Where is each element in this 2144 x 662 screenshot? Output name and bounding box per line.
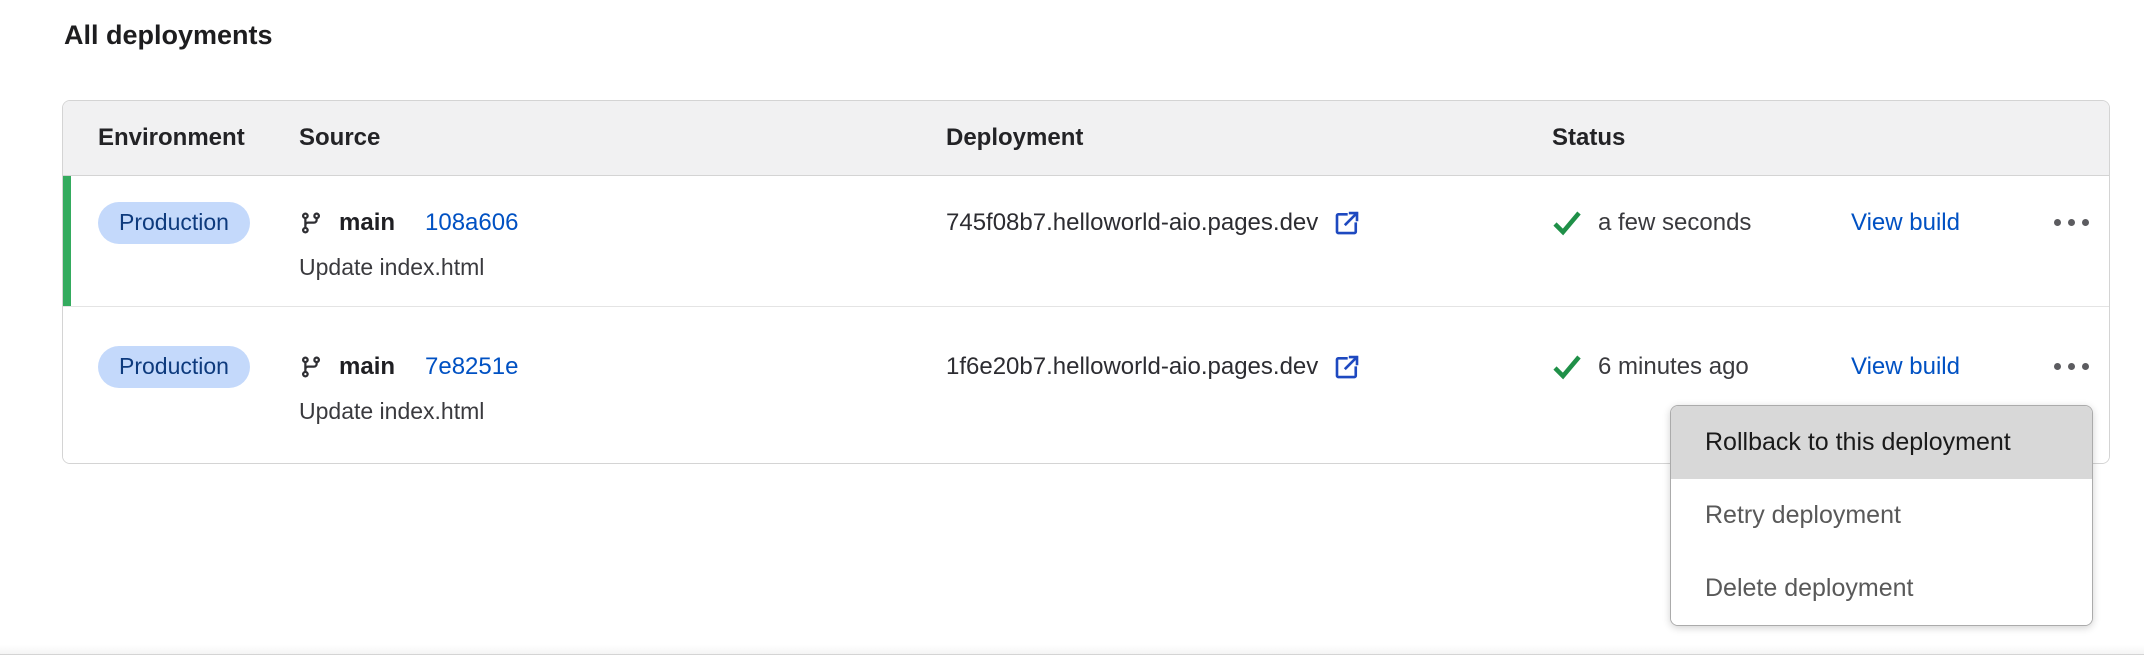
status-time: 6 minutes ago [1598,353,1749,381]
branch-name: main [339,209,395,237]
commit-link[interactable]: 7e8251e [425,353,518,381]
menu-item-rollback[interactable]: Rollback to this deployment [1671,406,2092,479]
ellipsis-icon [2054,219,2061,226]
menu-item-delete[interactable]: Delete deployment [1671,552,2092,625]
environment-badge: Production [98,202,250,244]
git-branch-icon [299,211,323,235]
commit-message: Update index.html [299,252,946,282]
table-header-row: Environment Source Deployment Status [63,101,2109,176]
column-header-environment: Environment [63,124,299,152]
view-build-link[interactable]: View build [1851,353,1960,381]
check-icon [1552,210,1582,236]
table-row: Production main 108a606 Update index.htm… [63,176,2109,307]
menu-item-retry[interactable]: Retry deployment [1671,479,2092,552]
environment-badge: Production [98,346,250,388]
deployment-menu-button[interactable] [2048,345,2095,389]
commit-message: Update index.html [299,396,946,426]
external-link-icon[interactable] [1332,352,1362,382]
external-link-icon[interactable] [1332,208,1362,238]
current-deployment-indicator [63,176,71,306]
branch-name: main [339,353,395,381]
page-title: All deployments [64,20,273,51]
commit-link[interactable]: 108a606 [425,209,518,237]
section-divider [0,645,2144,655]
deployment-url: 1f6e20b7.helloworld-aio.pages.dev [946,353,1318,381]
check-icon [1552,354,1582,380]
git-branch-icon [299,355,323,379]
column-header-deployment: Deployment [946,124,1552,152]
status-time: a few seconds [1598,209,1751,237]
view-build-link[interactable]: View build [1851,209,1960,237]
deployment-url: 745f08b7.helloworld-aio.pages.dev [946,209,1318,237]
column-header-source: Source [299,124,946,152]
ellipsis-icon [2054,363,2061,370]
deployment-context-menu: Rollback to this deployment Retry deploy… [1670,405,2093,626]
deployment-menu-button[interactable] [2048,201,2095,245]
column-header-status: Status [1552,124,1851,152]
